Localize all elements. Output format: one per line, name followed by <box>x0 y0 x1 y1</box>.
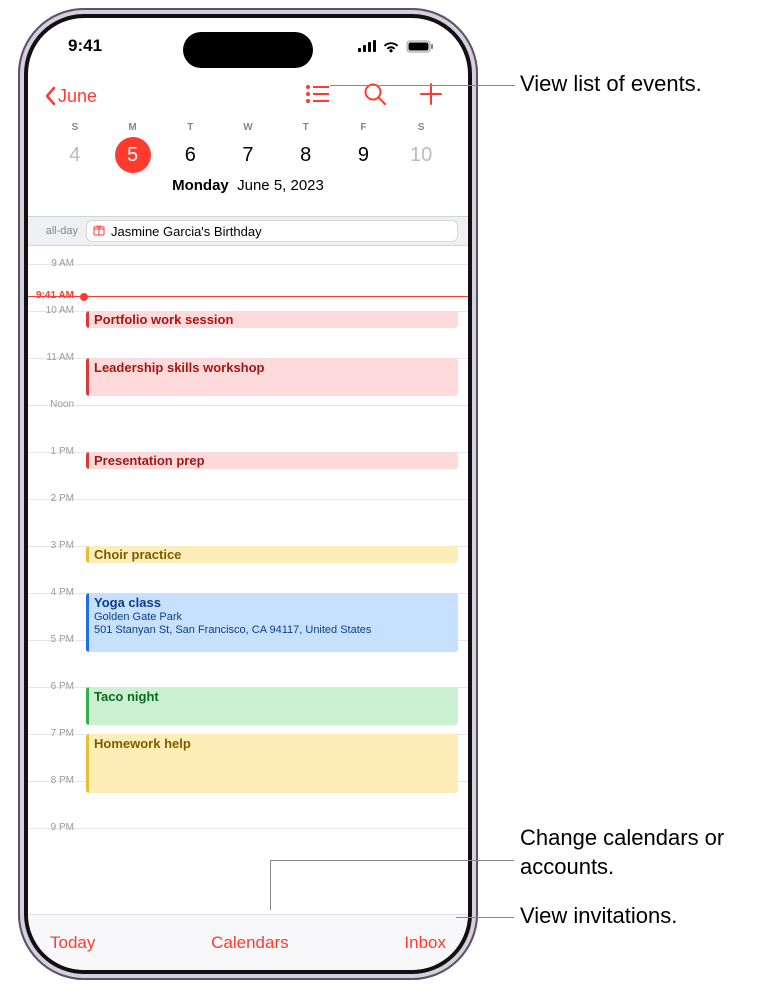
hour-label: 5 PM <box>28 634 80 645</box>
event-title: Portfolio work session <box>94 312 452 328</box>
weekday-label: W <box>219 122 277 137</box>
hour-label: 3 PM <box>28 540 80 551</box>
selected-date-label: Monday June 5, 2023 <box>46 177 450 194</box>
weekday-label: M <box>104 122 162 137</box>
event-title: Presentation prep <box>94 453 452 469</box>
hour-grid: 9 AM 10 AM 11 AM Noon 1 PM 2 PM 3 PM 4 PM 5 PM 6 … <box>28 246 468 914</box>
list-icon <box>306 85 330 103</box>
hour-label: 2 PM <box>28 493 80 504</box>
event-location: Golden Gate Park <box>94 611 452 624</box>
nav-bar: June <box>28 74 468 118</box>
day-number[interactable]: 8 <box>277 137 335 173</box>
day-number[interactable]: 6 <box>161 137 219 173</box>
phone-frame: 9:41 June <box>18 8 478 980</box>
hour-label: 6 PM <box>28 681 80 692</box>
all-day-row: all-day Jasmine Garcia's Birthday <box>28 216 468 246</box>
hour-label: 7 PM <box>28 728 80 739</box>
calendar-event[interactable]: Presentation prep <box>86 452 458 469</box>
day-number[interactable]: 4 <box>46 137 104 173</box>
bottom-toolbar: Today Calendars Inbox <box>28 914 468 970</box>
event-title: Homework help <box>94 736 452 752</box>
calendar-event[interactable]: Yoga classGolden Gate Park501 Stanyan St… <box>86 593 458 652</box>
weekday-label: S <box>46 122 104 137</box>
wifi-icon <box>382 40 400 53</box>
day-number[interactable]: 9 <box>335 137 393 173</box>
hour-label: 4 PM <box>28 587 80 598</box>
hour-label: 9 AM <box>28 258 80 269</box>
timeline[interactable]: 9 AM 10 AM 11 AM Noon 1 PM 2 PM 3 PM 4 PM 5 PM 6 … <box>28 246 468 914</box>
current-time-dot <box>80 293 88 301</box>
day-number-selected[interactable]: 5 <box>104 137 162 173</box>
hour-line: 9 AM <box>28 264 468 265</box>
calendar-event[interactable]: Leadership skills workshop <box>86 358 458 396</box>
event-title: Taco night <box>94 689 452 705</box>
hour-line: 9 PM <box>28 828 468 829</box>
status-indicators <box>358 40 434 53</box>
hour-label: 11 AM <box>28 352 80 363</box>
today-button[interactable]: Today <box>50 933 95 953</box>
inbox-button[interactable]: Inbox <box>404 933 446 953</box>
weekday-label: F <box>335 122 393 137</box>
hour-label: 10 AM <box>28 305 80 316</box>
event-title: Choir practice <box>94 547 452 563</box>
calendar-event[interactable]: Taco night <box>86 687 458 725</box>
toolbar-actions <box>306 83 442 110</box>
all-day-label: all-day <box>28 225 86 237</box>
event-address: 501 Stanyan St, San Francisco, CA 94117,… <box>94 624 452 637</box>
cellular-icon <box>358 40 376 52</box>
all-day-event[interactable]: Jasmine Garcia's Birthday <box>86 220 458 242</box>
back-button[interactable]: June <box>44 86 97 107</box>
dynamic-island <box>183 32 313 68</box>
current-time-label: 9:41 AM <box>28 290 78 301</box>
current-time-indicator: 9:41 AM <box>28 296 468 297</box>
callout-line <box>270 860 271 910</box>
hour-line: Noon <box>28 405 468 406</box>
calendar-event[interactable]: Choir practice <box>86 546 458 563</box>
calendar-event[interactable]: Portfolio work session <box>86 311 458 328</box>
birthday-icon <box>93 224 105 239</box>
event-title: Leadership skills workshop <box>94 360 452 376</box>
callout-list-events: View list of events. <box>520 70 702 99</box>
hour-label: 9 PM <box>28 822 80 833</box>
day-number[interactable]: 10 <box>392 137 450 173</box>
weekday-label: S <box>392 122 450 137</box>
add-event-button[interactable] <box>420 83 442 110</box>
screen: 9:41 June <box>28 18 468 970</box>
hour-label: 1 PM <box>28 446 80 457</box>
hour-label: 8 PM <box>28 775 80 786</box>
weekday-label: T <box>161 122 219 137</box>
status-time: 9:41 <box>68 36 102 56</box>
search-button[interactable] <box>364 83 386 110</box>
callout-line <box>270 860 514 861</box>
event-title: Yoga class <box>94 595 452 611</box>
callout-line <box>456 917 514 918</box>
battery-icon <box>406 40 434 53</box>
list-view-button[interactable] <box>306 85 330 108</box>
hour-line: 2 PM <box>28 499 468 500</box>
day-number[interactable]: 7 <box>219 137 277 173</box>
weekday-label: T <box>277 122 335 137</box>
all-day-event-title: Jasmine Garcia's Birthday <box>111 224 262 239</box>
weekday-row: S M T W T F S <box>46 122 450 137</box>
calendar-event[interactable]: Homework help <box>86 734 458 793</box>
callout-line <box>330 85 515 86</box>
callout-invitations: View invitations. <box>520 902 677 931</box>
back-label: June <box>58 86 97 107</box>
hour-label: Noon <box>28 399 80 410</box>
calendars-button[interactable]: Calendars <box>211 933 289 953</box>
callout-calendars: Change calendars or accounts. <box>520 824 774 881</box>
week-header: S M T W T F S 4 5 6 7 8 9 10 Monday June… <box>28 122 468 194</box>
day-number-row: 4 5 6 7 8 9 10 <box>46 137 450 173</box>
chevron-left-icon <box>44 86 56 106</box>
